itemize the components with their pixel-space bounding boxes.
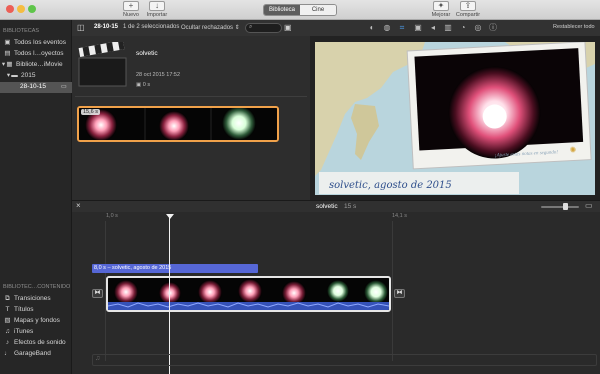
reset-all-button[interactable]: Restablecer todo — [553, 24, 595, 30]
timeline-tick-mid: 14,1 s — [392, 213, 407, 219]
sound-effects-icon: ♪ — [5, 339, 10, 346]
speed-icon[interactable]: ◔ — [458, 23, 468, 33]
project-thumbnail[interactable] — [78, 42, 128, 88]
chevron-updown-icon: ⇕ — [234, 25, 240, 31]
caption-text: solvetic, agosto de 2015 — [329, 180, 452, 191]
color-correction-icon[interactable]: ◍ — [382, 23, 392, 33]
film-frame-icon: ▣ — [136, 82, 142, 88]
color-balance-icon[interactable]: ◐ — [367, 23, 377, 33]
stabilization-icon[interactable]: ▣ — [413, 23, 423, 33]
project-duration: ▣ 0 s — [136, 82, 151, 88]
guitar-icon: ♩ — [4, 350, 11, 357]
content-library-header: BIBLIOTEC…CONTENIDO — [3, 284, 71, 290]
media-browser: solvetic 28 oct 2015 17:52 ▣ 0 s 15,6 s — [72, 36, 310, 200]
close-window-button[interactable] — [6, 5, 14, 13]
clip-filter-icon[interactable]: ◎ — [473, 23, 483, 33]
project-date: 28 oct 2015 17:52 — [136, 72, 181, 78]
maps-icon: ▧ — [4, 317, 11, 324]
event-clip[interactable]: 15,6 s — [77, 106, 279, 142]
transition-handle-left[interactable]: ⧓ — [92, 289, 103, 298]
import-arrow-icon: ↓ — [149, 1, 165, 11]
zoom-slider-thumb[interactable] — [563, 203, 568, 210]
playhead[interactable] — [169, 214, 170, 374]
timeline-project-name: solvetic — [316, 203, 338, 210]
photo-card: ¡Ajuste estas notas en segundo! ✺ — [406, 42, 592, 170]
timeline-tick-start: 1,0 s — [106, 213, 118, 219]
sun-stamp-icon: ✺ — [569, 145, 576, 154]
sidebar-item-maps[interactable]: ▧ Mapas y fondos — [0, 316, 72, 326]
music-note-icon: ♫ — [95, 355, 101, 362]
new-button[interactable]: + Nuevo — [118, 1, 144, 18]
crop-icon[interactable]: ⌗ — [397, 23, 407, 33]
search-icon: ⌕ — [249, 24, 253, 30]
music-well[interactable]: ♫ — [92, 354, 597, 366]
sidebar-item-sound-effects[interactable]: ♪ Efectos de sonido — [0, 338, 72, 348]
sidebar-item-imovie-library[interactable]: ▾▦ Bibliote…iMovie — [0, 60, 72, 70]
zoom-slider[interactable] — [541, 203, 579, 210]
tab-library[interactable]: Biblioteca — [264, 5, 300, 15]
timeline-filmstrip — [108, 278, 389, 310]
playhead-handle[interactable] — [166, 214, 174, 219]
transitions-icon: ⧉ — [5, 295, 10, 302]
noise-reduction-icon[interactable]: ▥ — [443, 23, 453, 33]
timeline-toolbar: × solvetic 15 s ▭ — [72, 200, 600, 212]
music-icon: ♫ — [5, 328, 10, 335]
volume-icon[interactable]: ◂ — [428, 23, 438, 33]
sidebar-item-2015[interactable]: ▾▬ 2015 — [0, 71, 72, 81]
clip-filmstrip — [79, 108, 277, 140]
sidebar-item-event-28-10-15[interactable]: 28-10-15 ▭ — [0, 82, 72, 93]
title-toolbar: + Nuevo ↓ Importar Biblioteca Cine ✦ Mej… — [0, 0, 600, 20]
sidebar-item-all-projects[interactable]: ▤ Todos l…oyectos — [0, 49, 72, 59]
event-title: 28-10-15 — [94, 24, 119, 30]
import-button[interactable]: ↓ Importar — [144, 1, 170, 18]
clip-duration-badge: 15,6 s — [81, 109, 100, 115]
timeline-project-duration: 15 s — [344, 203, 357, 210]
zoom-window-button[interactable] — [28, 5, 36, 13]
folder-icon: ▬ — [11, 72, 18, 79]
share-icon: ⇪ — [460, 1, 476, 11]
info-icon[interactable]: ⓘ — [488, 23, 498, 33]
event-icon: ▭ — [61, 84, 67, 90]
sidebar-item-titles[interactable]: T Títulos — [0, 305, 72, 315]
sidebar: BIBLIOTECAS ▣ Todos los eventos ▤ Todos l…… — [0, 20, 72, 374]
project-name: solvetic — [136, 50, 158, 57]
sidebar-toggle-icon[interactable]: ◫ — [77, 23, 85, 32]
film-icon: ▣ — [4, 39, 11, 46]
tab-cinema[interactable]: Cine — [300, 5, 336, 15]
transition-handle-right[interactable]: ⧓ — [394, 289, 405, 298]
divider — [75, 96, 307, 97]
sidebar-item-garageband[interactable]: ♩ GarageBand — [0, 349, 72, 359]
libraries-header: BIBLIOTECAS — [3, 28, 40, 34]
titles-icon: T — [5, 306, 10, 313]
selection-count: 1 de 2 seleccionados — [123, 24, 180, 30]
clip-appearance-icon[interactable]: ▣ — [284, 23, 292, 32]
timeline-gridline — [392, 221, 393, 361]
filter-dropdown[interactable]: Ocultar rechazados ⇕ — [181, 24, 240, 31]
timeline: 1,0 s 14,1 s 8,0 s – solvetic, agosto de… — [72, 212, 600, 374]
library-cinema-toggle: Biblioteca Cine — [263, 4, 337, 16]
library-icon: ▦ — [6, 61, 13, 68]
projects-icon: ▤ — [4, 50, 11, 57]
close-icon[interactable]: × — [76, 201, 81, 210]
title-clip[interactable]: 8,0 s – solvetic, agosto de 2015 — [92, 264, 258, 273]
timeline-settings-icon[interactable]: ▭ — [585, 201, 593, 210]
sidebar-item-transitions[interactable]: ⧉ Transiciones — [0, 294, 72, 304]
viewer: ¡Ajuste estas notas en segundo! ✺ solvet… — [310, 36, 600, 200]
share-button[interactable]: ⇪ Compartir — [455, 1, 481, 18]
viewer-frame: ¡Ajuste estas notas en segundo! ✺ solvet… — [315, 42, 595, 195]
minimize-window-button[interactable] — [17, 5, 25, 13]
plus-icon: + — [123, 1, 139, 11]
timeline-video-clip[interactable] — [106, 276, 391, 312]
magic-wand-icon: ✦ — [433, 1, 449, 11]
search-input[interactable]: ⌕ — [245, 23, 282, 33]
sidebar-item-itunes[interactable]: ♫ iTunes — [0, 327, 72, 337]
enhance-button[interactable]: ✦ Mejorar — [428, 1, 454, 18]
sidebar-item-all-events[interactable]: ▣ Todos los eventos — [0, 38, 72, 48]
